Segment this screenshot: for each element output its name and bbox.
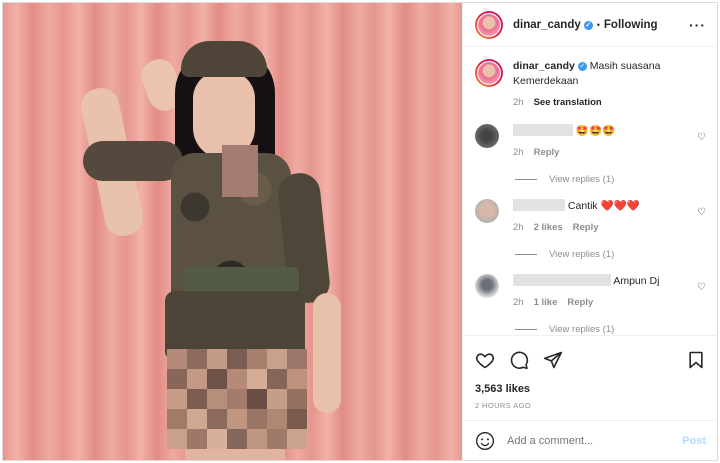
smiley-icon[interactable] xyxy=(475,431,495,451)
reply-button[interactable]: Reply xyxy=(567,297,593,308)
reply-button[interactable]: Reply xyxy=(573,222,599,233)
comment-time: 2h xyxy=(513,297,524,308)
comment-text: 🤩🤩🤩 xyxy=(575,125,616,137)
caption: dinar_candy ✓ Masih suasana Kemerdekaan 2… xyxy=(475,59,706,110)
comment-text: Cantik ❤️❤️❤️ xyxy=(567,200,640,212)
post-photo[interactable] xyxy=(3,3,462,460)
commenter-avatar[interactable] xyxy=(475,274,499,298)
bookmark-icon[interactable] xyxy=(686,350,706,370)
comment-like-heart-icon[interactable]: ♡ xyxy=(697,132,706,143)
caption-username[interactable]: dinar_candy xyxy=(513,60,575,72)
following-button[interactable]: Following xyxy=(604,19,658,31)
heart-icon[interactable] xyxy=(475,350,495,370)
redacted-username xyxy=(513,199,565,211)
reply-button[interactable]: Reply xyxy=(534,147,560,158)
comment-likes[interactable]: 2 likes xyxy=(534,222,563,233)
redacted-username xyxy=(513,274,611,286)
comment-input[interactable] xyxy=(505,433,683,448)
comment-text: Ampun Dj xyxy=(613,275,660,287)
comment-item: Ampun Dj 2h 1 like Reply ♡ xyxy=(475,274,706,310)
view-replies-link[interactable]: View replies (1) xyxy=(515,174,706,185)
post-sidebar: dinar_candy ✓ • Following ··· dinar_candy… xyxy=(462,3,718,460)
paper-plane-icon[interactable] xyxy=(543,350,563,370)
view-replies-link[interactable]: View replies (1) xyxy=(515,249,706,260)
separator-dot: • xyxy=(596,19,600,30)
avatar[interactable] xyxy=(475,59,503,87)
censor-mosaic-bottom xyxy=(167,349,307,449)
comment-composer: Post xyxy=(463,420,718,460)
comments-list[interactable]: dinar_candy ✓ Masih suasana Kemerdekaan 2… xyxy=(463,47,718,335)
verified-badge-icon: ✓ xyxy=(577,62,587,71)
comment-bubble-icon[interactable] xyxy=(509,350,529,370)
verified-badge-icon: ✓ xyxy=(583,20,593,30)
comment-like-heart-icon[interactable]: ♡ xyxy=(697,207,706,218)
comment-item: Cantik ❤️❤️❤️ 2h 2 likes Reply ♡ xyxy=(475,199,706,235)
see-translation-link[interactable]: See translation xyxy=(534,97,602,108)
view-replies-link[interactable]: View replies (1) xyxy=(515,324,706,335)
comment-like-heart-icon[interactable]: ♡ xyxy=(697,282,706,293)
username[interactable]: dinar_candy ✓ xyxy=(513,19,593,31)
comment-likes[interactable]: 1 like xyxy=(534,297,558,308)
post-age: 2 HOURS AGO xyxy=(475,401,532,410)
redacted-username xyxy=(513,124,573,136)
comment-time: 2h xyxy=(513,222,524,233)
commenter-avatar[interactable] xyxy=(475,199,499,223)
ellipsis-icon[interactable]: ··· xyxy=(689,17,706,33)
instagram-post-dialog: dinar_candy ✓ • Following ··· dinar_candy… xyxy=(2,2,718,461)
likes-count[interactable]: 3,563 likes xyxy=(463,383,718,395)
caption-time: 2h xyxy=(513,97,524,108)
post-comment-button[interactable]: Post xyxy=(682,435,706,447)
avatar[interactable] xyxy=(475,10,503,39)
action-bar xyxy=(463,335,718,383)
comment-time: 2h xyxy=(513,147,524,158)
comment-item: 🤩🤩🤩 2h Reply ♡ xyxy=(475,124,706,160)
post-header: dinar_candy ✓ • Following ··· xyxy=(463,3,718,47)
commenter-avatar[interactable] xyxy=(475,124,499,148)
censor-mosaic-top xyxy=(222,145,258,197)
